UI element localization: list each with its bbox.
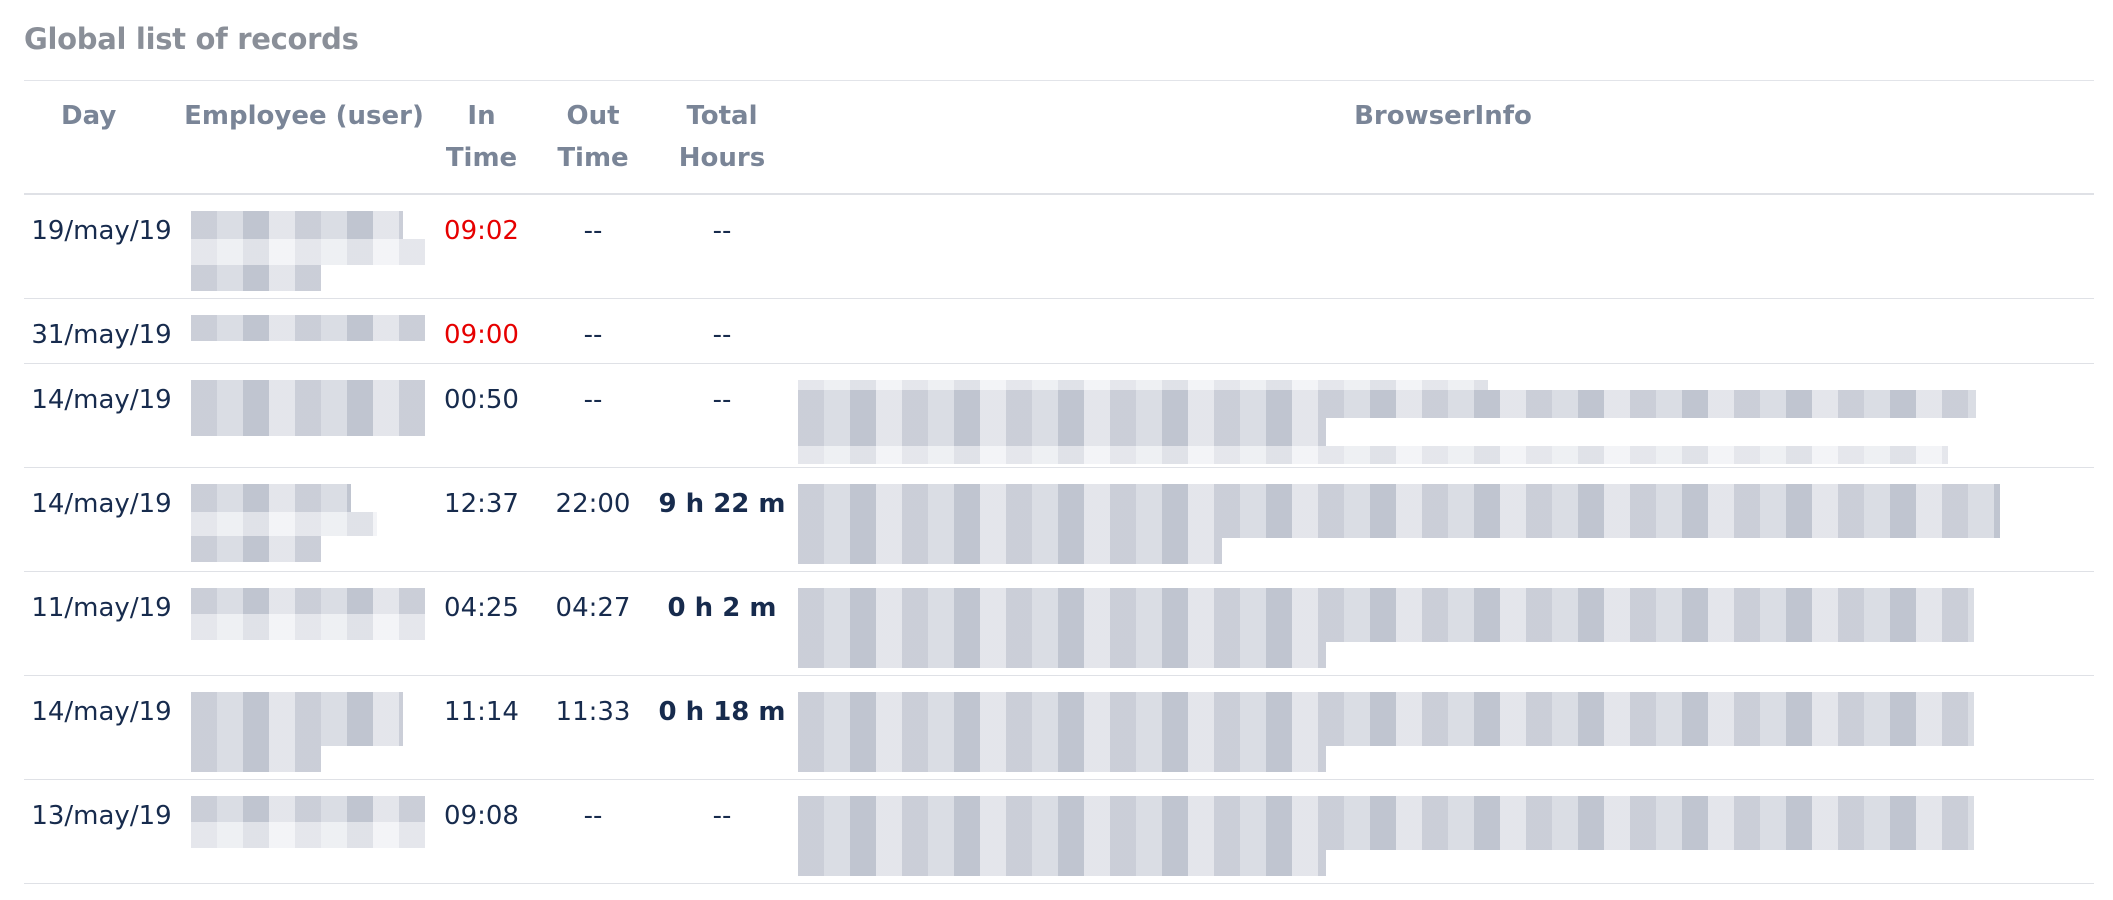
table-row[interactable]: 14/may/19 12:37 22:00 9 h 22 m [24, 467, 2094, 572]
cell-in-time: 09:00 [429, 298, 534, 364]
table-row[interactable]: 14/may/19 11:14 11:33 0 h 18 m [24, 675, 2094, 780]
cell-in-time: 04:25 [429, 571, 534, 676]
employee-redacted [185, 484, 425, 569]
cell-employee [179, 363, 429, 468]
browser-info-redacted [798, 380, 2088, 468]
cell-total-hours: 0 h 18 m [652, 675, 792, 780]
cell-browser-info [792, 194, 2094, 299]
cell-day: 14/may/19 [24, 363, 179, 468]
cell-out-time: -- [534, 194, 652, 299]
cell-in-time: 00:50 [429, 363, 534, 468]
employee-redacted [185, 588, 425, 673]
cell-in-time: 09:02 [429, 194, 534, 299]
browser-info-redacted [798, 484, 2088, 572]
employee-redacted [185, 796, 425, 881]
cell-out-time: 04:27 [534, 571, 652, 676]
cell-total-hours: -- [652, 298, 792, 364]
cell-browser-info [792, 298, 2094, 364]
cell-total-hours: 0 h 2 m [652, 571, 792, 676]
cell-out-time: -- [534, 779, 652, 884]
records-panel: Global list of records Day Employee (use… [24, 0, 2094, 884]
cell-browser-info [792, 571, 2094, 676]
page-title: Global list of records [24, 22, 359, 56]
employee-redacted [185, 380, 425, 465]
cell-total-hours: 9 h 22 m [652, 467, 792, 572]
cell-out-time: -- [534, 298, 652, 364]
cell-in-time: 11:14 [429, 675, 534, 780]
cell-total-hours: -- [652, 194, 792, 299]
table-row[interactable]: 11/may/19 04:25 04:27 0 h 2 m [24, 571, 2094, 676]
table-row[interactable]: 19/may/19 09:02 -- -- [24, 194, 2094, 299]
cell-total-hours: -- [652, 363, 792, 468]
cell-employee [179, 779, 429, 884]
cell-out-time: 22:00 [534, 467, 652, 572]
cell-day: 31/may/19 [24, 298, 179, 364]
employee-redacted [185, 211, 425, 296]
column-header-day[interactable]: Day [24, 81, 179, 195]
column-header-total-hours[interactable]: Total Hours [652, 81, 792, 195]
cell-day: 14/may/19 [24, 467, 179, 572]
cell-browser-info [792, 467, 2094, 572]
employee-redacted [185, 315, 425, 355]
table-header: Day Employee (user) In Time Out Time Total… [24, 81, 2094, 195]
cell-browser-info [792, 363, 2094, 468]
cell-employee [179, 194, 429, 299]
cell-day: 13/may/19 [24, 779, 179, 884]
cell-in-time: 09:08 [429, 779, 534, 884]
cell-day: 11/may/19 [24, 571, 179, 676]
browser-info-redacted [798, 796, 2088, 884]
cell-employee [179, 571, 429, 676]
cell-out-time: -- [534, 363, 652, 468]
cell-day: 19/may/19 [24, 194, 179, 299]
column-header-in-time[interactable]: In Time [429, 81, 534, 195]
employee-redacted [185, 692, 425, 777]
cell-day: 14/may/19 [24, 675, 179, 780]
cell-in-time: 12:37 [429, 467, 534, 572]
cell-browser-info [792, 779, 2094, 884]
column-header-employee[interactable]: Employee (user) [179, 81, 429, 195]
cell-total-hours: -- [652, 779, 792, 884]
table-row[interactable]: 13/may/19 09:08 -- -- [24, 779, 2094, 884]
cell-employee [179, 675, 429, 780]
cell-employee [179, 467, 429, 572]
cell-browser-info [792, 675, 2094, 780]
column-header-browser-info[interactable]: BrowserInfo [792, 81, 2094, 195]
browser-info-redacted [798, 588, 2088, 676]
cell-out-time: 11:33 [534, 675, 652, 780]
column-header-out-time[interactable]: Out Time [534, 81, 652, 195]
records-table: Day Employee (user) In Time Out Time Total… [24, 81, 2094, 884]
table-row[interactable]: 14/may/19 00:50 -- -- [24, 363, 2094, 468]
table-row[interactable]: 31/may/19 09:00 -- -- [24, 298, 2094, 364]
browser-info-redacted [798, 692, 2088, 780]
cell-employee [179, 298, 429, 364]
